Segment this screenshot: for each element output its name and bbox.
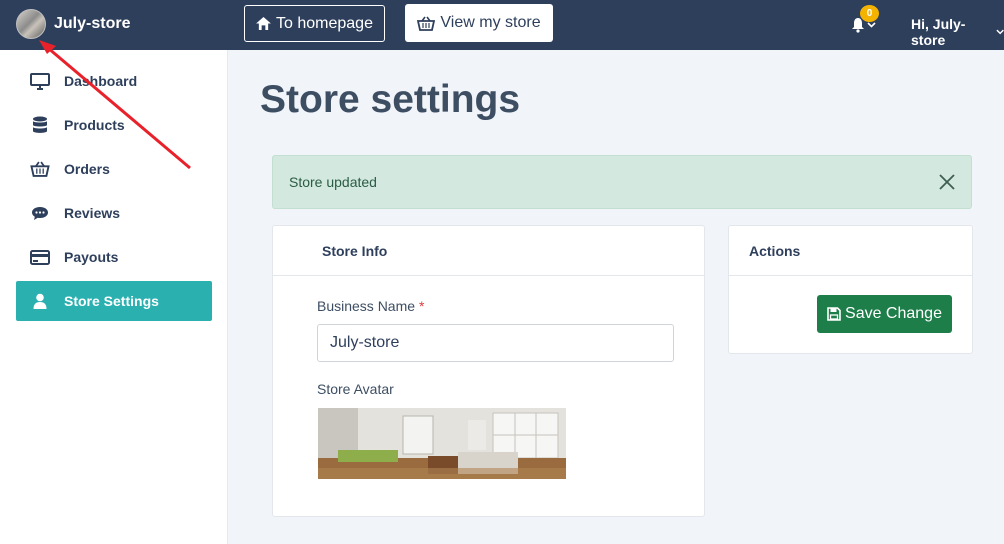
chevron-down-icon [867, 22, 876, 28]
sidebar-item-store-settings[interactable]: Store Settings [16, 281, 212, 321]
basket-icon [417, 16, 436, 31]
alert-message: Store updated [289, 174, 377, 190]
chevron-down-icon [996, 29, 1004, 35]
business-name-input[interactable] [317, 324, 674, 362]
sidebar-item-dashboard[interactable]: Dashboard [16, 61, 212, 101]
close-icon[interactable] [937, 172, 957, 192]
greeting-label: Hi, July-store [911, 16, 966, 48]
store-avatar-label: Store Avatar [317, 381, 394, 397]
success-alert: Store updated [272, 155, 972, 209]
sidebar-item-payouts[interactable]: Payouts [16, 237, 212, 277]
sidebar-item-label: Reviews [64, 205, 121, 221]
credit-card-icon [30, 249, 50, 265]
store-info-title: Store Info [273, 226, 704, 276]
save-change-button[interactable]: Save Change [817, 295, 952, 333]
home-icon [256, 17, 271, 30]
sidebar: Dashboard Products Orders Reviews Payout… [0, 50, 228, 544]
store-avatar [16, 9, 46, 39]
business-name-label-wrap: Business Name * [317, 298, 424, 314]
sidebar-item-label: Dashboard [64, 73, 138, 89]
database-icon [33, 116, 47, 133]
sidebar-item-orders[interactable]: Orders [16, 149, 212, 189]
save-change-label: Save Change [845, 305, 942, 322]
sidebar-item-reviews[interactable]: Reviews [16, 193, 212, 233]
notification-badge: 0 [860, 5, 879, 22]
store-avatar-image[interactable] [318, 408, 566, 479]
view-my-store-label: View my store [440, 14, 541, 31]
basket-icon [30, 161, 50, 177]
to-homepage-label: To homepage [276, 14, 373, 32]
sidebar-item-label: Products [64, 117, 125, 133]
brand-name: July-store [54, 15, 131, 32]
sidebar-item-label: Orders [64, 161, 110, 177]
room-photo-image [318, 408, 566, 479]
to-homepage-button[interactable]: To homepage [244, 5, 385, 42]
sidebar-item-label: Payouts [64, 249, 119, 265]
sidebar-item-label: Store Settings [64, 293, 159, 309]
chat-icon [32, 206, 48, 220]
brand[interactable]: July-store [16, 8, 130, 40]
page-title: Store settings [260, 78, 521, 121]
view-my-store-button[interactable]: View my store [405, 4, 553, 42]
monitor-icon [30, 72, 50, 90]
top-navbar: July-store To homepage View my store 0 H… [0, 0, 1004, 50]
business-name-label: Business Name [317, 298, 416, 314]
required-mark: * [418, 298, 425, 314]
sidebar-item-products[interactable]: Products [16, 105, 212, 145]
user-icon [33, 293, 47, 309]
actions-card: Actions [728, 225, 973, 354]
actions-title: Actions [729, 226, 972, 276]
save-icon [827, 307, 841, 321]
user-menu[interactable]: Hi, July-store [911, 16, 1004, 48]
